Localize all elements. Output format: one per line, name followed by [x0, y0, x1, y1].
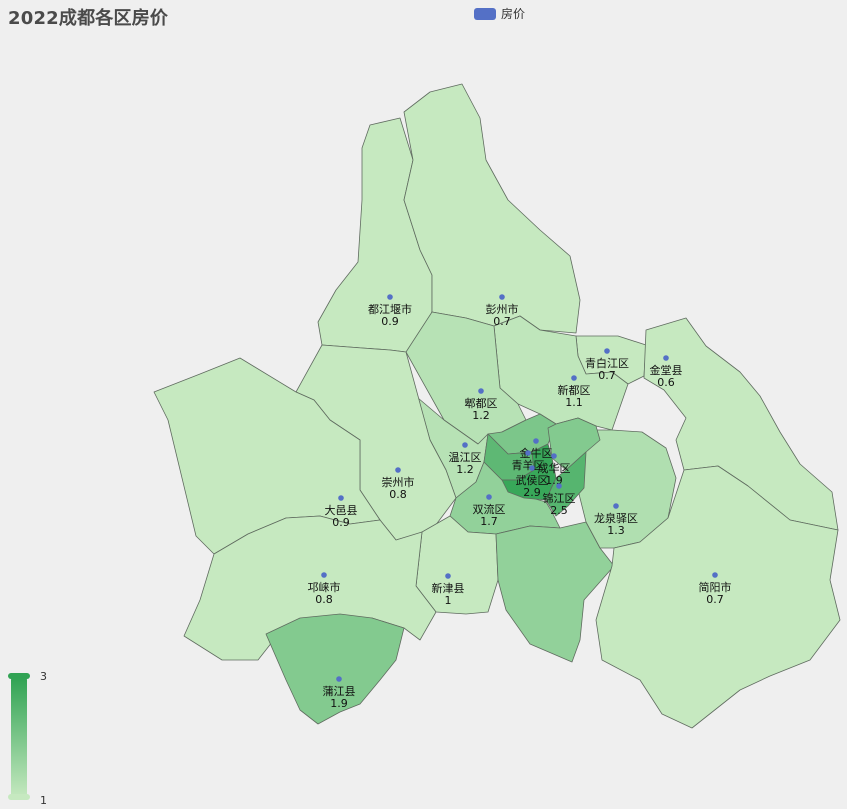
region-value-label: 1.7: [480, 515, 498, 528]
region-value-label: 1.1: [565, 396, 583, 409]
region-value-label: 0.8: [389, 488, 407, 501]
region-value-label: 0.7: [598, 369, 616, 382]
region-name-label: 郫都区: [465, 396, 498, 410]
region-name-label: 双流区: [473, 502, 506, 516]
region-marker[interactable]: [499, 294, 505, 300]
region-value-label: 1: [445, 594, 452, 607]
region-name-label: 青白江区: [585, 356, 629, 370]
region-name-label: 新都区: [558, 383, 591, 397]
region-marker[interactable]: [478, 388, 484, 394]
visual-map-max-label: 3: [40, 670, 47, 683]
region-name-label: 新津县: [432, 581, 465, 595]
region-name-label: 崇州市: [382, 475, 415, 489]
region-name-label: 金堂县: [650, 363, 683, 377]
region-tianfu-south[interactable]: [495, 521, 615, 663]
region-marker[interactable]: [571, 375, 577, 381]
region-name-label: 大邑县: [325, 503, 358, 517]
region-value-label: 0.9: [381, 315, 399, 328]
region-marker[interactable]: [533, 438, 539, 444]
region-value-label: 0.9: [332, 516, 350, 529]
region-marker[interactable]: [336, 676, 342, 682]
region-marker[interactable]: [529, 465, 535, 471]
region-value-label: 1.2: [472, 409, 490, 422]
region-marker[interactable]: [613, 503, 619, 509]
region-marker[interactable]: [712, 572, 718, 578]
region-marker[interactable]: [604, 348, 610, 354]
region-marker[interactable]: [387, 294, 393, 300]
region-value-label: 0.7: [493, 315, 511, 328]
region-marker[interactable]: [321, 572, 327, 578]
region-name-label: 蒲江县: [323, 684, 356, 698]
region-marker[interactable]: [395, 467, 401, 473]
visual-map-bar: [11, 678, 27, 798]
visual-map[interactable]: 3 1: [8, 670, 48, 807]
region-marker[interactable]: [551, 453, 557, 459]
region-value-label: 0.7: [706, 593, 724, 606]
region-marker[interactable]: [525, 450, 531, 456]
region-name-label: 彭州市: [486, 302, 519, 316]
region-name-label: 成华区: [538, 461, 571, 475]
visual-map-min-label: 1: [40, 794, 47, 807]
visual-map-handle-min[interactable]: [8, 794, 30, 800]
region-value-label: 2.9: [523, 486, 541, 499]
region-value-label: 0.8: [315, 593, 333, 606]
region-marker[interactable]: [338, 495, 344, 501]
region-name-label: 龙泉驿区: [594, 511, 638, 525]
region-name-label: 金牛区: [520, 446, 553, 460]
region-marker[interactable]: [462, 442, 468, 448]
region-value-label: 1.2: [456, 463, 474, 476]
region-name-label: 武侯区: [516, 473, 549, 487]
region-marker[interactable]: [445, 573, 451, 579]
region-name-label: 锦江区: [543, 491, 576, 505]
region-name-label: 简阳市: [699, 580, 732, 594]
region-name-label: 邛崃市: [308, 580, 341, 594]
region-value-label: 1.3: [607, 524, 625, 537]
region-value-label: 0.6: [657, 376, 675, 389]
region-marker[interactable]: [663, 355, 669, 361]
region-marker[interactable]: [486, 494, 492, 500]
region-value-label: 2.5: [550, 504, 568, 517]
region-value-label: 1.9: [330, 697, 348, 710]
chengdu-map: 都江堰市0.9彭州市0.7青白江区0.7 金堂县0.6新都区1.1郫都区1.2温江…: [153, 83, 841, 729]
region-marker[interactable]: [556, 483, 562, 489]
region-name-label: 都江堰市: [368, 302, 412, 316]
